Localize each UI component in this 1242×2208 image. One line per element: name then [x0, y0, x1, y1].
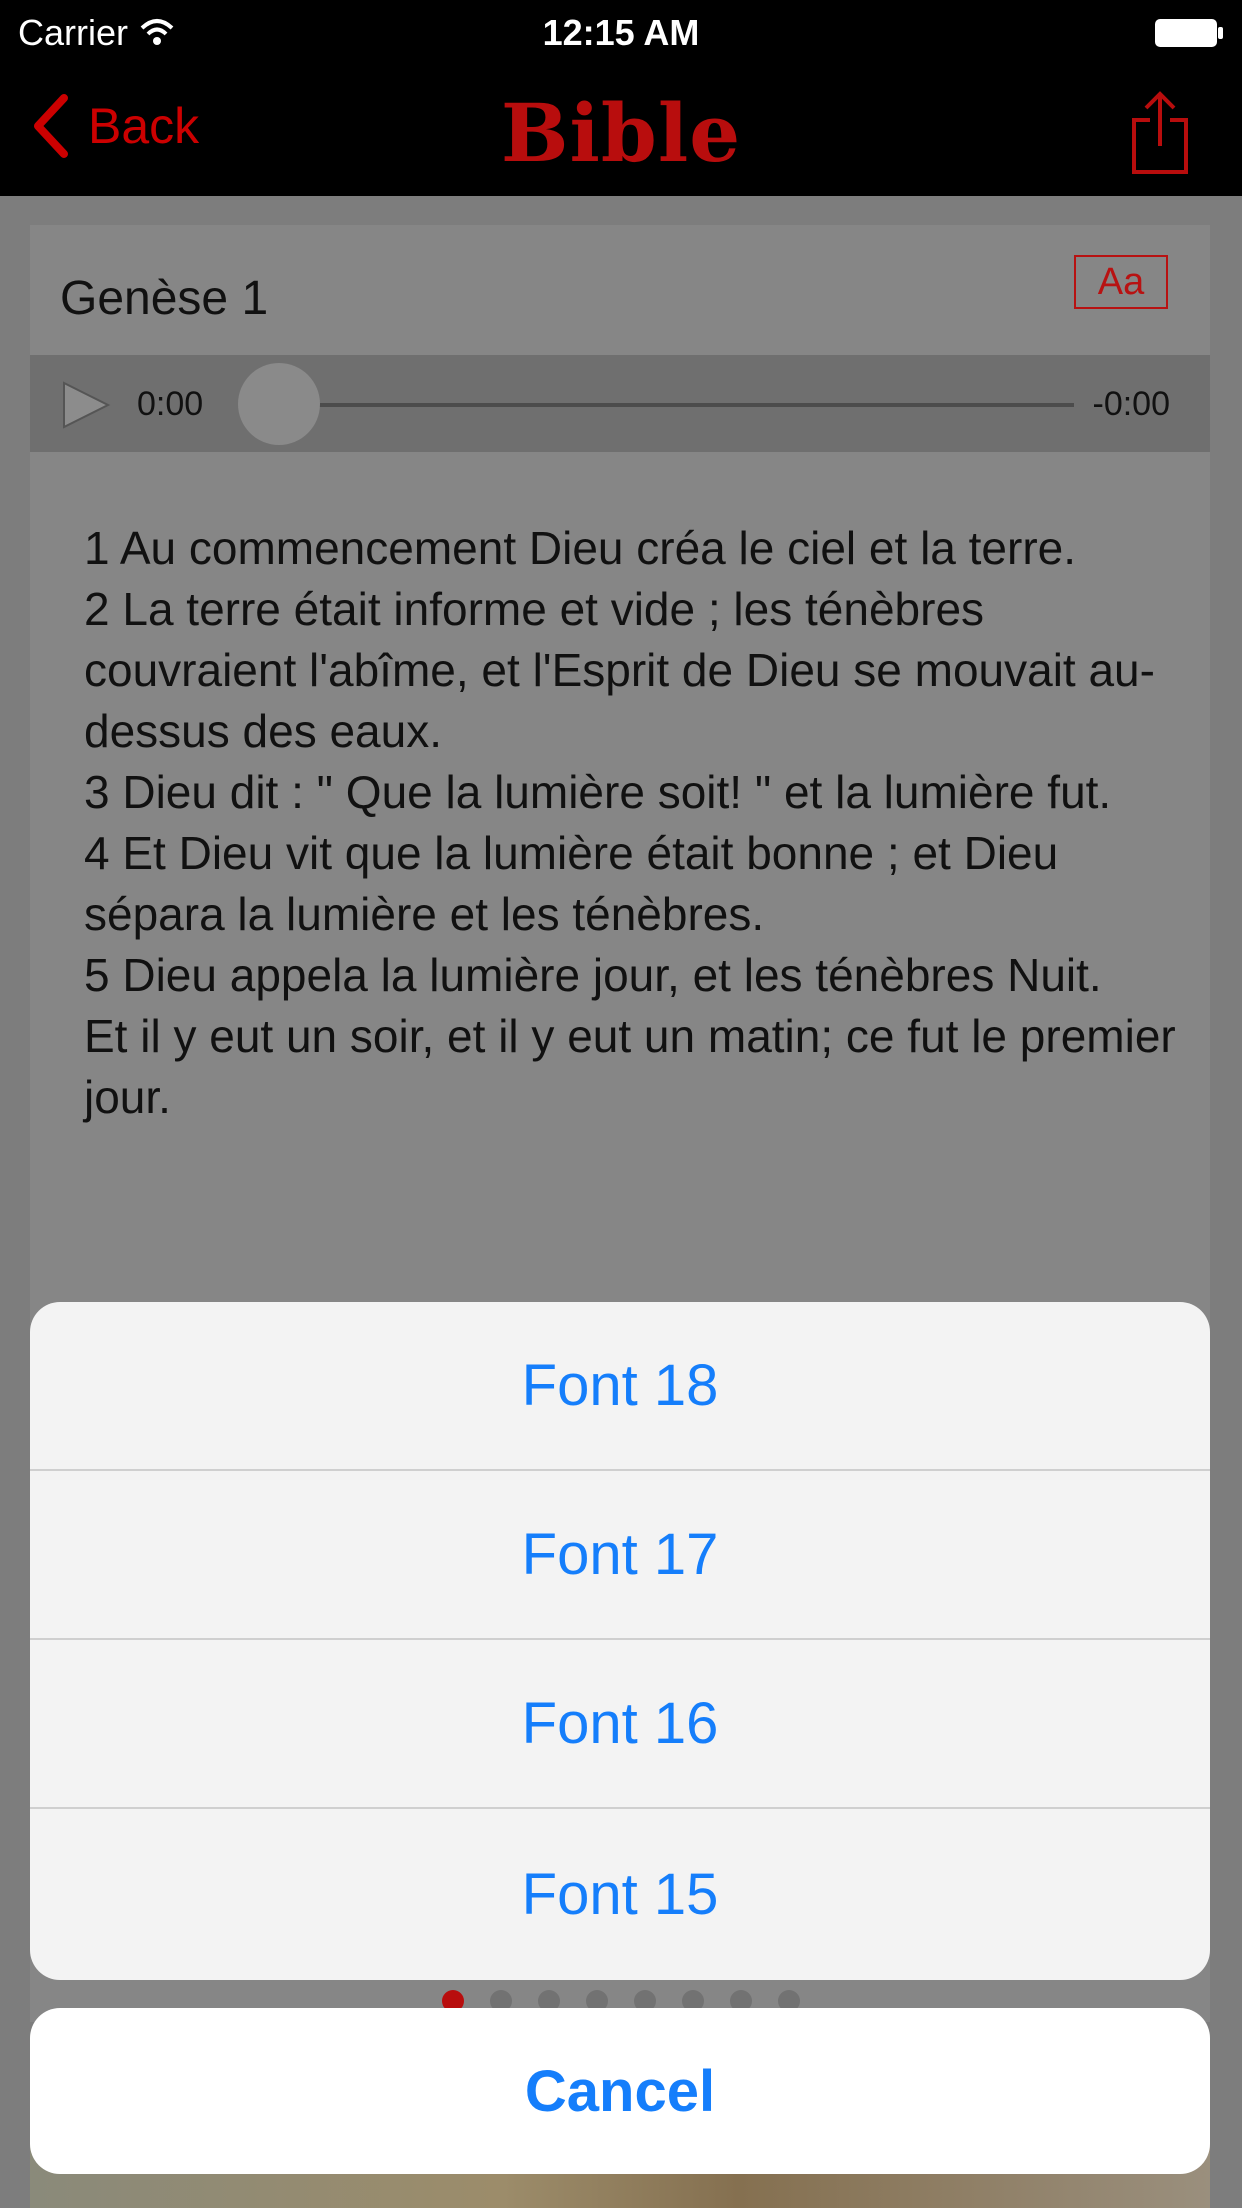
- audio-progress-track[interactable]: [278, 403, 1074, 407]
- font-option-15[interactable]: Font 15: [30, 1809, 1210, 1980]
- share-icon[interactable]: [1128, 90, 1192, 176]
- chapter-title: Genèse 1: [60, 272, 269, 325]
- remaining-time: -0:00: [1092, 385, 1171, 423]
- play-icon[interactable]: [58, 379, 112, 431]
- verse-text: 1 Au commencement Dieu créa le ciel et l…: [84, 522, 1176, 1123]
- battery-icon: [1155, 19, 1223, 47]
- current-time: 0:00: [137, 385, 204, 423]
- font-option-18[interactable]: Font 18: [30, 1302, 1210, 1471]
- font-option-16[interactable]: Font 16: [30, 1640, 1210, 1809]
- audio-player: 0:00 -0:00: [30, 355, 1210, 452]
- chapter-header: Genèse 1 Aa: [30, 225, 1210, 355]
- app-title: Bible: [500, 86, 742, 180]
- font-option-17[interactable]: Font 17: [30, 1471, 1210, 1640]
- cancel-button[interactable]: Cancel: [30, 2008, 1210, 2174]
- font-size-action-sheet: Font 18 Font 17 Font 16 Font 15: [30, 1302, 1210, 1980]
- font-size-button[interactable]: Aa: [1074, 255, 1168, 309]
- navigation-bar: Back Bible: [0, 68, 1242, 196]
- status-time: 12:15 AM: [542, 12, 700, 53]
- audio-progress-thumb[interactable]: [238, 363, 320, 445]
- status-bar: Carrier 12:15 AM: [0, 0, 1242, 68]
